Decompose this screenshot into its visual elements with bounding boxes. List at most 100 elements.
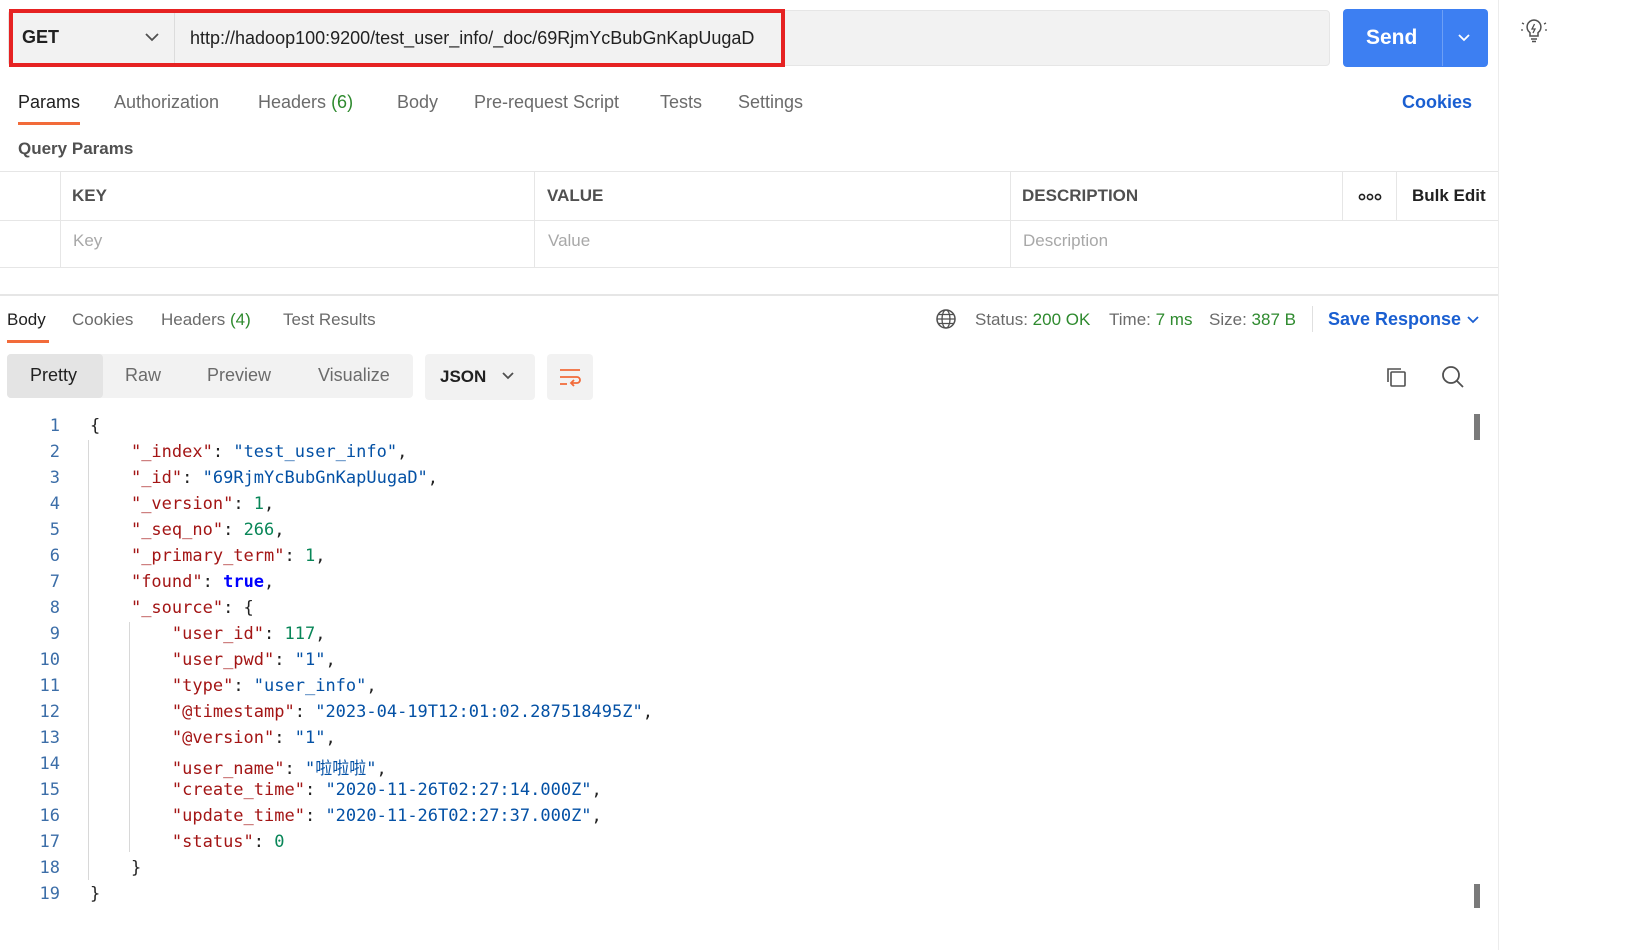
- response-divider[interactable]: [0, 294, 1498, 296]
- line-number: 18: [39, 858, 60, 878]
- tab-label: Settings: [738, 92, 804, 112]
- more-options-icon[interactable]: [1358, 192, 1382, 202]
- response-body-editor[interactable]: 1 {2 "_index": "test_user_info", 3 "_id": …: [0, 414, 1480, 914]
- line-number: 6: [49, 546, 60, 566]
- indent-guide: [129, 622, 130, 852]
- wrap-lines-icon[interactable]: [556, 364, 584, 390]
- tab-label: Pre-request Script: [474, 92, 620, 112]
- code-line: "_version": 1,: [130, 494, 275, 514]
- code-line: "update_time": "2020-11-26T02:27:37.000Z…: [171, 806, 602, 826]
- table-border: [0, 171, 1498, 172]
- line-number: 7: [49, 572, 60, 592]
- save-response-button[interactable]: Save Response: [1328, 309, 1461, 330]
- line-number: 19: [39, 884, 60, 904]
- status-indicator: Status: 200 OK: [975, 310, 1090, 330]
- size-label: Size:: [1209, 310, 1247, 329]
- tab-params[interactable]: Params: [18, 92, 80, 113]
- scrollbar-thumb[interactable]: [1474, 884, 1480, 908]
- search-icon[interactable]: [1440, 364, 1466, 390]
- bulk-edit-button[interactable]: Bulk Edit: [1412, 186, 1486, 206]
- tab-settings[interactable]: Settings: [738, 92, 803, 113]
- code-line: "user_pwd": "1",: [171, 650, 336, 670]
- send-label[interactable]: Send: [1366, 26, 1417, 50]
- tab-label: Cookies: [72, 310, 134, 329]
- line-number: 14: [39, 754, 60, 774]
- line-number: 9: [49, 624, 60, 644]
- line-number: 1: [49, 416, 60, 436]
- response-tab-cookies[interactable]: Cookies: [72, 310, 133, 330]
- value-input[interactable]: Value: [548, 231, 590, 251]
- tab-label: Body: [397, 92, 439, 112]
- code-line: "_index": "test_user_info",: [130, 442, 408, 462]
- chevron-down-icon[interactable]: [500, 368, 516, 384]
- time-label: Time:: [1109, 310, 1151, 329]
- view-mode-visualize[interactable]: Visualize: [318, 365, 390, 386]
- chevron-down-icon[interactable]: [1465, 312, 1481, 328]
- time-indicator: Time: 7 ms: [1109, 310, 1192, 330]
- lightbulb-icon[interactable]: [1520, 16, 1548, 44]
- code-line: "user_name": "啦啦啦",: [171, 759, 387, 779]
- tab-label: Headers: [161, 310, 226, 329]
- tab-label: Test Results: [283, 310, 376, 329]
- status-value: 200 OK: [1032, 310, 1091, 329]
- table-border: [0, 267, 1498, 268]
- column-header-description: DESCRIPTION: [1022, 186, 1139, 205]
- table-column-divider: [1342, 171, 1343, 220]
- code-line: "_source": {: [130, 598, 254, 618]
- view-mode-pretty[interactable]: Pretty: [30, 365, 77, 386]
- code-line: {: [90, 416, 101, 436]
- tab-label: Headers: [258, 92, 327, 112]
- view-mode-raw[interactable]: Raw: [125, 365, 161, 386]
- tab-pre-request-script[interactable]: Pre-request Script: [474, 92, 619, 113]
- size-value: 387 B: [1251, 310, 1296, 329]
- response-tab-headers[interactable]: Headers (4): [161, 310, 251, 330]
- globe-icon[interactable]: [935, 308, 957, 330]
- tab-count-badge: (6): [331, 92, 354, 112]
- cookies-link[interactable]: Cookies: [1402, 92, 1472, 113]
- active-tab-indicator: [7, 340, 49, 343]
- code-line: }: [90, 884, 101, 904]
- status-label: Status:: [975, 310, 1028, 329]
- response-tab-body[interactable]: Body: [7, 310, 46, 330]
- format-label[interactable]: JSON: [440, 367, 486, 387]
- line-number: 15: [39, 780, 60, 800]
- line-number: 17: [39, 832, 60, 852]
- column-header-value: VALUE: [547, 186, 604, 205]
- description-input[interactable]: Description: [1023, 231, 1108, 251]
- table-column-divider: [1010, 171, 1011, 267]
- tab-body[interactable]: Body: [397, 92, 438, 113]
- tab-authorization[interactable]: Authorization: [114, 92, 219, 113]
- code-line: "user_id": 117,: [171, 624, 326, 644]
- line-number: 10: [39, 650, 60, 670]
- code-line: "_seq_no": 266,: [130, 520, 285, 540]
- code-line: "@timestamp": "2023-04-19T12:01:02.28751…: [171, 702, 653, 722]
- line-number: 13: [39, 728, 60, 748]
- code-line: "@version": "1",: [171, 728, 336, 748]
- tab-label: Tests: [660, 92, 703, 112]
- active-tab-indicator: [18, 122, 80, 125]
- code-line: "found": true,: [130, 572, 275, 592]
- tab-headers[interactable]: Headers (6): [258, 92, 353, 113]
- code-line: "_id": "69RjmYcBubGnKapUugaD",: [130, 468, 439, 488]
- tab-tests[interactable]: Tests: [660, 92, 702, 113]
- send-separator: [1442, 10, 1443, 66]
- indent-guide: [88, 440, 89, 880]
- line-number: 2: [49, 442, 60, 462]
- chevron-down-icon[interactable]: [1456, 30, 1472, 46]
- response-tab-test-results[interactable]: Test Results: [283, 310, 376, 330]
- copy-icon[interactable]: [1384, 365, 1408, 389]
- code-line: "type": "user_info",: [171, 676, 377, 696]
- tab-label: Body: [7, 310, 46, 329]
- key-input[interactable]: Key: [73, 231, 102, 251]
- code-line: }: [90, 858, 142, 878]
- view-mode-preview[interactable]: Preview: [207, 365, 271, 386]
- line-number: 3: [49, 468, 60, 488]
- highlight-box: [9, 9, 785, 67]
- line-number: 16: [39, 806, 60, 826]
- tab-label: Authorization: [114, 92, 220, 112]
- scrollbar-thumb[interactable]: [1474, 414, 1480, 440]
- time-value: 7 ms: [1155, 310, 1193, 329]
- tab-count-badge: (4): [230, 310, 251, 329]
- size-indicator: Size: 387 B: [1209, 310, 1296, 330]
- table-column-divider: [534, 171, 535, 267]
